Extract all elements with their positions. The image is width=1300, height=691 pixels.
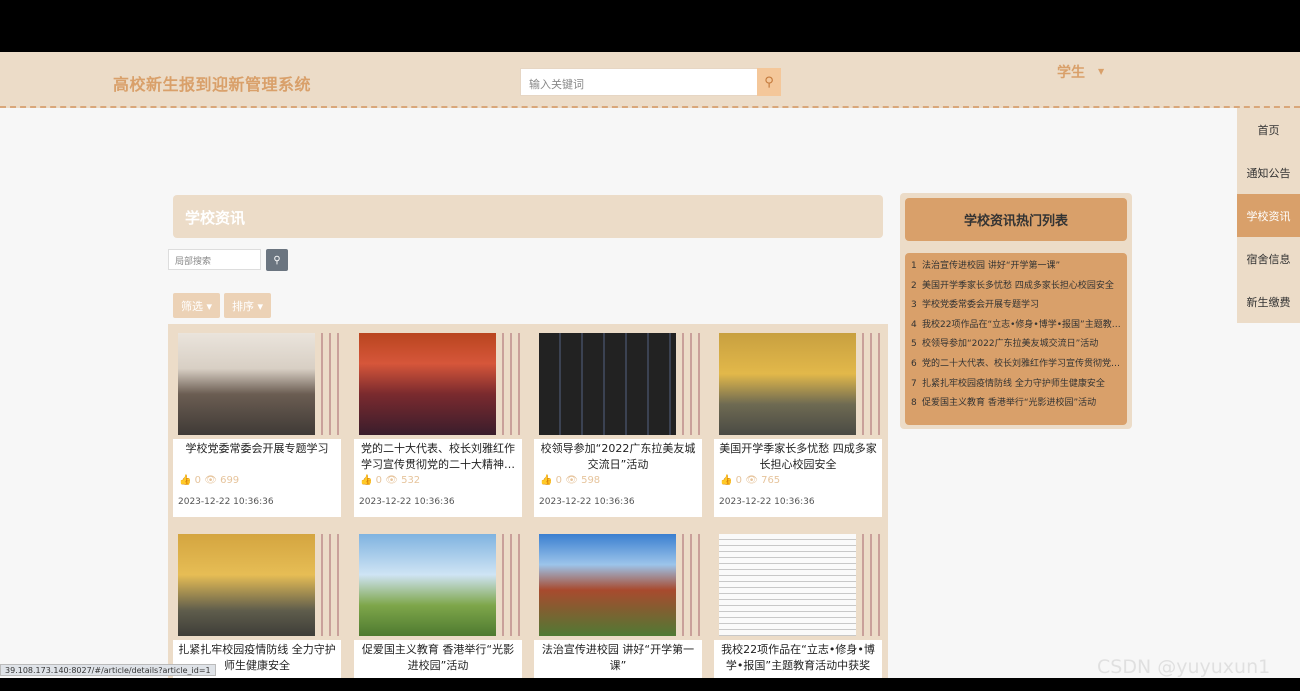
site-title[interactable]: 高校新生报到迎新管理系统 xyxy=(113,71,311,95)
hot-list-item[interactable]: 6党的二十大代表、校长刘雅红作学习宣传贯彻党的二十大精神 xyxy=(911,355,1121,375)
article-image[interactable] xyxy=(719,333,856,435)
article-title[interactable]: 学校党委常委会开展专题学习 xyxy=(177,441,337,457)
article-image[interactable] xyxy=(178,534,315,636)
user-menu[interactable]: 学生 xyxy=(1057,62,1085,82)
hot-list-title: 学校资讯热门列表 xyxy=(905,198,1127,241)
nav-item-notices[interactable]: 通知公告 xyxy=(1237,151,1300,194)
section-header: 学校资讯 xyxy=(173,195,883,238)
sort-button[interactable]: 排序 ▾ xyxy=(224,293,272,318)
nav-item-dorm[interactable]: 宿舍信息 xyxy=(1237,237,1300,280)
hot-list-item[interactable]: 7 扎紧扎牢校园疫情防线 全力守护师生健康安全 xyxy=(911,375,1121,395)
article-image[interactable] xyxy=(359,534,496,636)
article-title[interactable]: 党的二十大代表、校长刘雅红作学习宣传贯彻党的二十大精神… xyxy=(358,441,518,473)
article-image[interactable] xyxy=(359,333,496,435)
article-title[interactable]: 法治宣传进校园 讲好“开学第一课” xyxy=(538,642,698,674)
article-card[interactable]: 校领导参加“2022广东拉美友城交流日”活动 👍 0 👁 598 2023-12… xyxy=(534,329,702,517)
article-grid: 学校党委常委会开展专题学习 👍 0 👁 699 2023-12-22 10:36… xyxy=(168,324,888,678)
article-image[interactable] xyxy=(178,333,315,435)
article-title[interactable]: 校领导参加“2022广东拉美友城交流日”活动 xyxy=(538,441,698,473)
local-search-button[interactable]: ⚲ xyxy=(266,249,288,271)
article-card[interactable]: 学校党委常委会开展专题学习 👍 0 👁 699 2023-12-22 10:36… xyxy=(173,329,341,517)
sort-label: 排序 xyxy=(232,300,254,313)
hot-list-item[interactable]: 8 促爱国主义教育 香港举行“光影进校园”活动 xyxy=(911,394,1121,414)
article-date: 2023-12-22 10:36:36 xyxy=(178,497,274,507)
article-title[interactable]: 美国开学季家长多忧愁 四成多家长担心校园安全 xyxy=(718,441,878,473)
article-card[interactable]: 法治宣传进校园 讲好“开学第一课” xyxy=(534,530,702,678)
article-stats: 👍 0 👁 532 xyxy=(360,475,421,486)
article-card[interactable]: 扎紧扎牢校园疫情防线 全力守护师生健康安全 xyxy=(173,530,341,678)
hot-list-item[interactable]: 5 校领导参加“2022广东拉美友城交流日”活动 xyxy=(911,335,1121,355)
app-window: 高校新生报到迎新管理系统 输入关键词 ⚲ 学生 ▼ 首页 通知公告 学校资讯 宿… xyxy=(0,52,1300,678)
article-image[interactable] xyxy=(539,333,676,435)
hot-list-panel: 学校资讯热门列表 1 法治宣传进校园 讲好“开学第一课” 2 美国开学季家长多忧愁 … xyxy=(900,193,1132,429)
hot-list-item[interactable]: 3 学校党委常委会开展专题学习 xyxy=(911,296,1121,316)
hot-list-item[interactable]: 4我校22项作品在“立志•修身•博学•报国”主题教育活动中获奖 xyxy=(911,316,1121,336)
local-search-input[interactable]: 局部搜索 xyxy=(168,249,261,270)
right-nav: 首页 通知公告 学校资讯 宿舍信息 新生缴费 xyxy=(1237,108,1300,323)
top-bar: 高校新生报到迎新管理系统 输入关键词 ⚲ 学生 ▼ xyxy=(0,52,1300,108)
article-card[interactable]: 党的二十大代表、校长刘雅红作学习宣传贯彻党的二十大精神… 👍 0 👁 532 2… xyxy=(354,329,522,517)
search-input[interactable]: 输入关键词 xyxy=(520,68,758,96)
search-icon: ⚲ xyxy=(273,254,281,266)
article-date: 2023-12-22 10:36:36 xyxy=(359,497,455,507)
hot-list-item[interactable]: 2 美国开学季家长多忧愁 四成多家长担心校园安全 xyxy=(911,277,1121,297)
hot-list-item[interactable]: 1 法治宣传进校园 讲好“开学第一课” xyxy=(911,257,1121,277)
article-date: 2023-12-22 10:36:36 xyxy=(539,497,635,507)
article-image[interactable] xyxy=(719,534,856,636)
nav-item-school-news[interactable]: 学校资讯 xyxy=(1237,194,1300,237)
search-button[interactable]: ⚲ xyxy=(757,68,781,96)
article-card[interactable]: 美国开学季家长多忧愁 四成多家长担心校园安全 👍 0 👁 765 2023-12… xyxy=(714,329,882,517)
filter-label: 筛选 xyxy=(181,300,203,313)
article-title[interactable]: 促爱国主义教育 香港举行“光影进校园”活动 xyxy=(358,642,518,674)
nav-item-payment[interactable]: 新生缴费 xyxy=(1237,280,1300,323)
article-stats: 👍 0 👁 598 xyxy=(540,475,601,486)
nav-item-home[interactable]: 首页 xyxy=(1237,108,1300,151)
article-card[interactable]: 我校22项作品在“立志•修身•博学•报国”主题教育活动中获奖 xyxy=(714,530,882,678)
search-icon: ⚲ xyxy=(764,74,774,90)
article-stats: 👍 0 👁 699 xyxy=(179,475,240,486)
status-bar-url: 39.108.173.140:8027/#/article/details?ar… xyxy=(0,664,216,676)
hot-list: 1 法治宣传进校园 讲好“开学第一课” 2 美国开学季家长多忧愁 四成多家长担心校园… xyxy=(905,253,1127,425)
article-card[interactable]: 促爱国主义教育 香港举行“光影进校园”活动 xyxy=(354,530,522,678)
article-image[interactable] xyxy=(539,534,676,636)
article-date: 2023-12-22 10:36:36 xyxy=(719,497,815,507)
filter-button[interactable]: 筛选 ▾ xyxy=(173,293,221,318)
watermark: CSDN @yuyuxun1 xyxy=(1097,656,1271,678)
chevron-down-icon[interactable]: ▼ xyxy=(1098,67,1104,76)
article-stats: 👍 0 👁 765 xyxy=(720,475,781,486)
section-title: 学校资讯 xyxy=(185,209,246,227)
article-title[interactable]: 我校22项作品在“立志•修身•博学•报国”主题教育活动中获奖 xyxy=(718,642,878,674)
